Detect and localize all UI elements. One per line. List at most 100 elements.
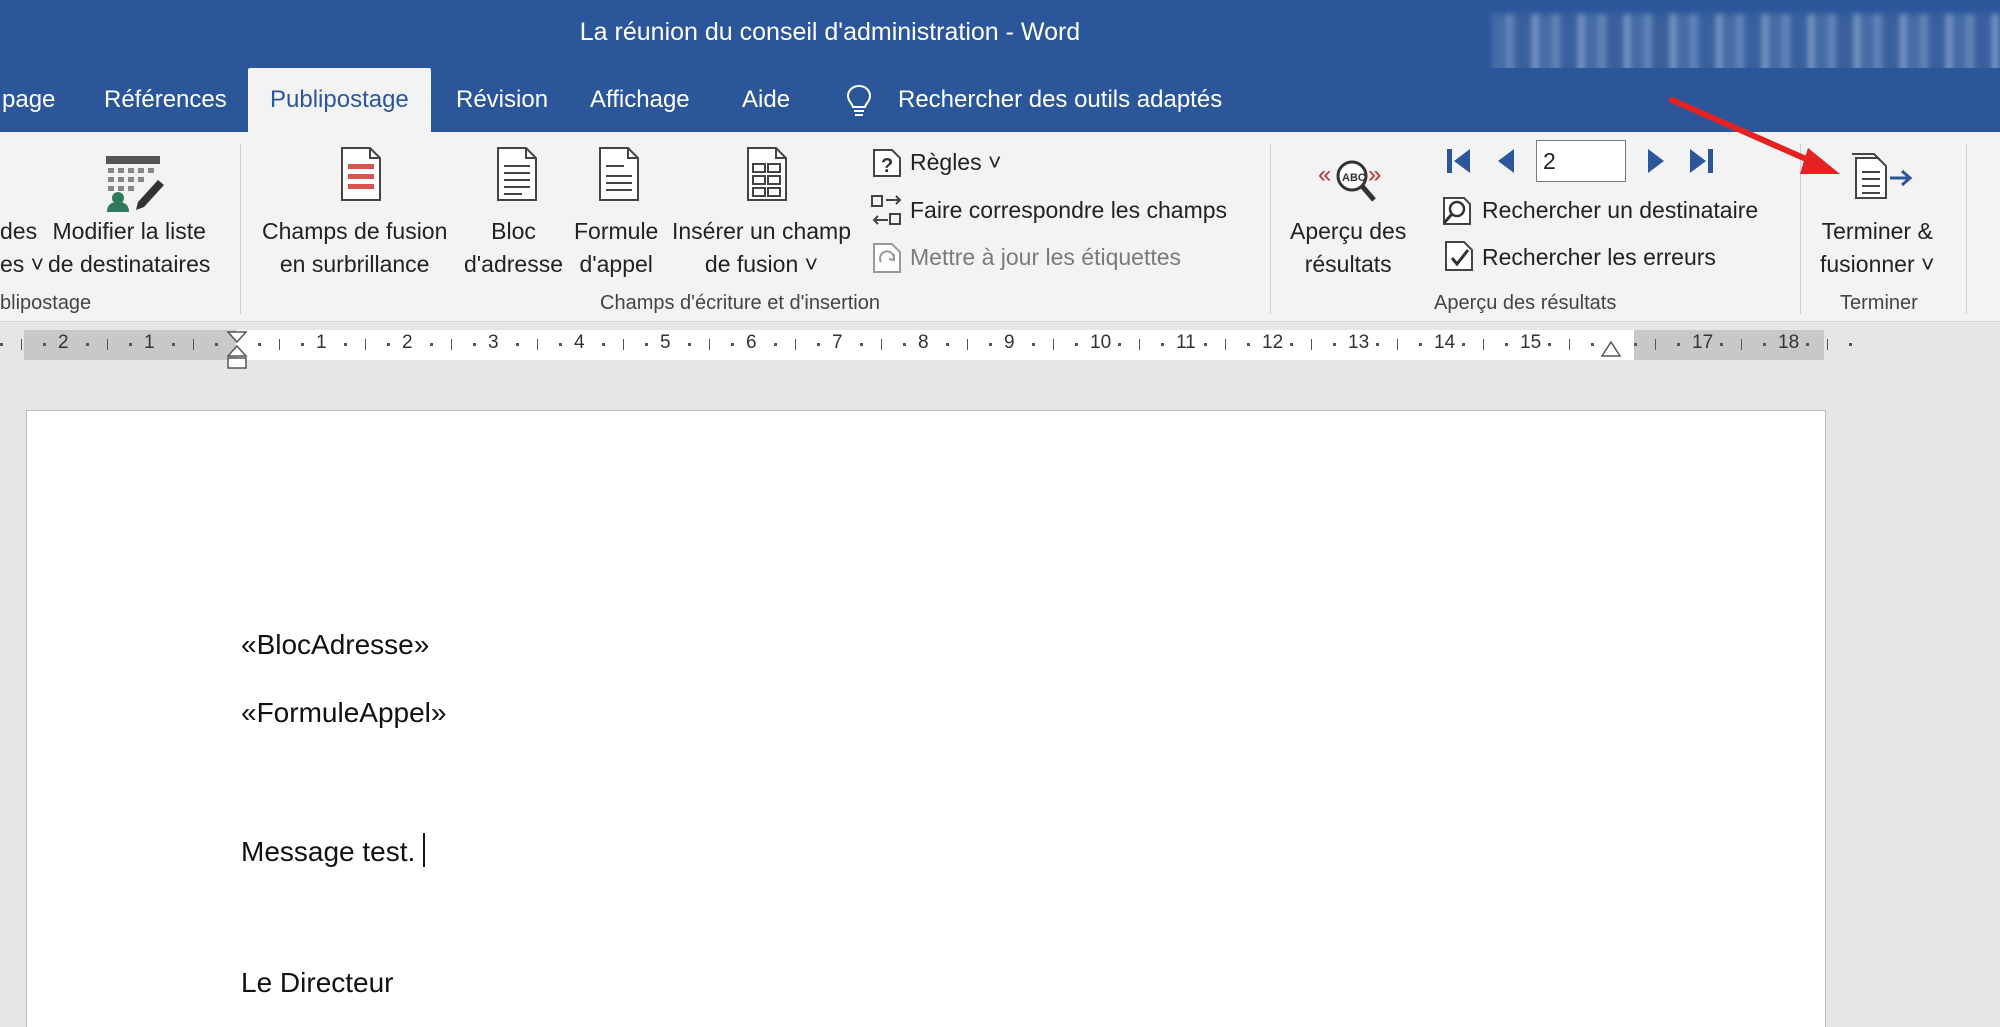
ruler-dot [1031,343,1035,346]
ruler-tick [1655,339,1656,350]
ruler-dot [429,343,433,346]
ruler-tick [709,339,710,350]
group-separator [240,144,241,314]
tab-layout-partial[interactable]: page [2,86,55,114]
find-recipient-button[interactable]: Rechercher un destinataire [1482,197,1758,224]
select-recipients-button-partial[interactable]: des es ˅ [0,215,44,281]
ruler-dot [816,343,820,346]
ruler-number: 2 [402,332,413,353]
greeting-line-icon [599,147,639,201]
last-record-icon[interactable] [1686,146,1716,176]
first-record-icon[interactable] [1444,146,1474,176]
tab-references[interactable]: Références [104,86,227,114]
ruler-dot [1590,343,1594,346]
group-separator [1800,144,1801,314]
indent-markers-icon[interactable] [226,330,248,374]
ruler-number: 8 [918,332,929,353]
ruler-tick [623,339,624,350]
insert-merge-field-icon [747,147,787,201]
finish-merge-icon [1852,153,1913,199]
ruler-dot [0,343,3,346]
ruler-dot [1375,343,1379,346]
text-cursor [423,833,426,867]
ruler-dot [988,343,992,346]
ruler-dot [472,343,476,346]
group-label-preview: Aperçu des résultats [1434,292,1617,314]
ruler-number: 1 [144,332,155,353]
ruler-dot [257,343,261,346]
ruler-dot [85,343,89,346]
ruler-dot [128,343,132,346]
ruler-dot [1074,343,1078,346]
ruler-tick [365,339,366,350]
next-record-icon[interactable] [1644,146,1668,176]
highlight-merge-fields-button[interactable]: Champs de fusion en surbrillance [262,215,447,281]
ruler-dot [945,343,949,346]
merge-field-address-block[interactable]: «BlocAdresse» [241,629,429,661]
tab-mailings[interactable]: Publipostage [248,68,431,132]
match-fields-icon [871,195,902,225]
ruler-dot [1762,343,1766,346]
ruler-number: 17 [1692,332,1714,353]
ruler-tick [881,339,882,350]
match-fields-button[interactable]: Faire correspondre les champs [910,197,1227,224]
ruler-dot [386,343,390,346]
rules-button[interactable]: Règles ˅ [910,149,1001,176]
merge-field-greeting-line[interactable]: «FormuleAppel» [241,697,446,729]
tab-view[interactable]: Affichage [590,86,690,114]
ruler-number: 14 [1434,332,1456,353]
svg-text:»: » [1368,161,1381,188]
ruler-dot [300,343,304,346]
group-separator [1270,144,1271,314]
signature-line[interactable]: Le Directeur [241,967,394,999]
ruler-dot [1332,343,1336,346]
ruler-tick [279,339,280,350]
greeting-line-button[interactable]: Formule d'appel [574,215,658,281]
ruler-number: 2 [58,332,69,353]
svg-text:«: « [1318,161,1331,188]
ruler-number: 13 [1348,332,1370,353]
ruler-dot [773,343,777,346]
group-label-finish: Terminer [1840,292,1918,314]
check-errors-button[interactable]: Rechercher les erreurs [1482,244,1716,271]
insert-merge-field-button[interactable]: Insérer un champ de fusion ˅ [672,215,851,281]
preview-results-button[interactable]: Aperçu des résultats [1290,215,1406,281]
ruler-number: 1 [316,332,327,353]
ruler-tick [1483,339,1484,350]
tell-me-search[interactable]: Rechercher des outils adaptés [898,86,1222,114]
group-label-start-partial: blipostage [0,292,92,314]
ribbon-tabs: page Références Publipostage Révision Af… [0,68,2000,132]
ruler-dot [1246,343,1250,346]
ruler-number: 3 [488,332,499,353]
title-bar: La réunion du conseil d'administration -… [0,0,2000,84]
body-text-line[interactable]: Message test. [241,833,426,868]
record-number-input[interactable] [1536,140,1626,182]
svg-text:ABC: ABC [1342,172,1366,184]
ruler-number: 7 [832,332,843,353]
horizontal-ruler[interactable]: 2 1 1 2 3 4 5 6 7 8 9 10 11 12 13 14 15 17 18 [0,330,1852,369]
document-page[interactable]: «BlocAdresse» «FormuleAppel» Message tes… [26,410,1826,1027]
update-labels-button[interactable]: Mettre à jour les étiquettes [910,244,1181,271]
ruler-text-area [236,330,1634,360]
ruler-number: 11 [1176,332,1196,353]
tab-review[interactable]: Révision [456,86,548,114]
tab-help[interactable]: Aide [742,86,790,114]
rules-icon: ? [873,149,901,177]
address-block-button[interactable]: Bloc d'adresse [464,215,563,281]
ruler-dot [1848,343,1852,346]
svg-text:?: ? [881,155,893,177]
ruler-tick [451,339,452,350]
edit-recipient-list-button[interactable]: Modifier la liste de destinataires [48,215,210,281]
edit-recipient-list-icon [106,156,164,212]
ruler-dot [1633,343,1637,346]
ruler-dot [730,343,734,346]
ruler-dot [171,343,175,346]
right-indent-marker-icon[interactable] [1600,340,1622,362]
ruler-dot [1289,343,1293,346]
previous-record-icon[interactable] [1494,146,1518,176]
finish-merge-button[interactable]: Terminer & fusionner ˅ [1820,215,1934,281]
ruler-tick [1139,339,1140,350]
ruler-dot [42,343,46,346]
ruler-dot [1160,343,1164,346]
ruler-dot [902,343,906,346]
